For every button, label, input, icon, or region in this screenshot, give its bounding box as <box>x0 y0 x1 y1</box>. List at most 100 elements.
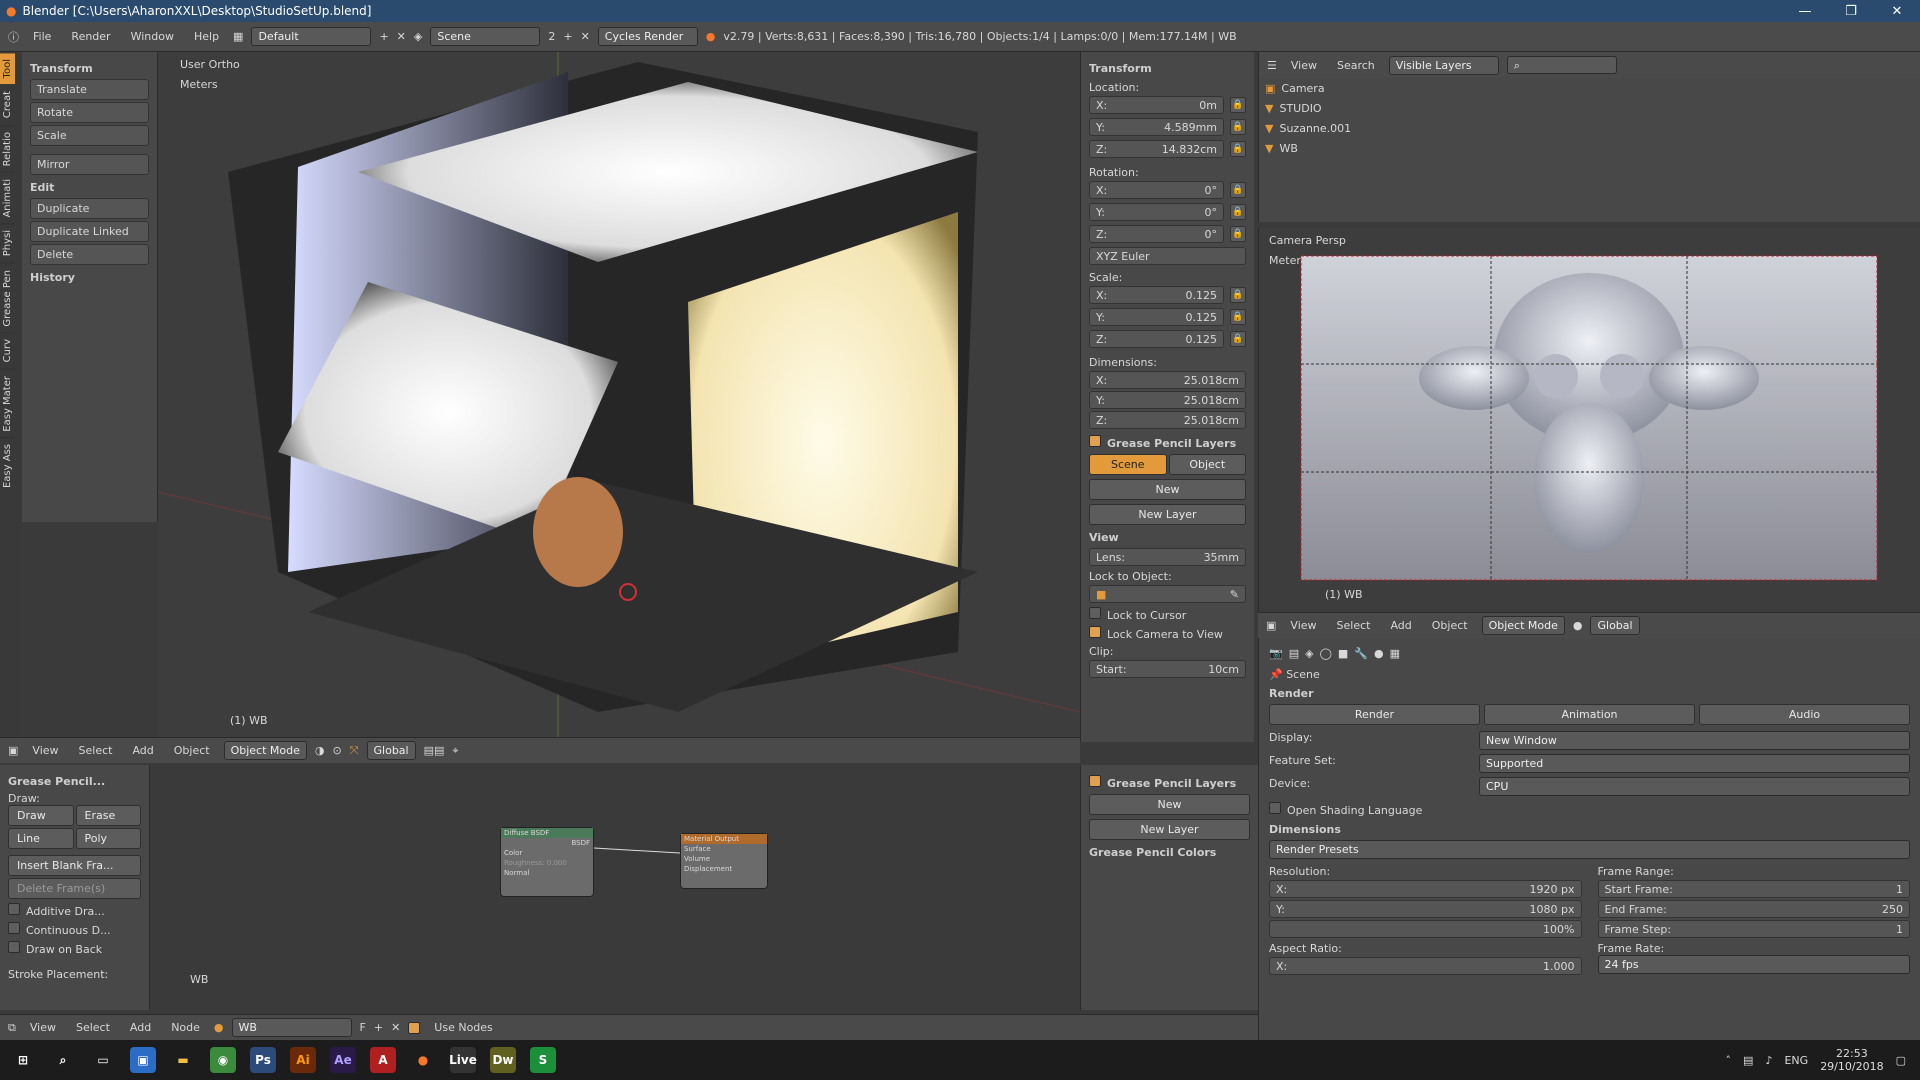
3d-viewport[interactable]: User Ortho Meters (1) WB <box>158 52 1080 742</box>
lock-icon[interactable]: 🔒 <box>1230 331 1246 347</box>
display-select[interactable]: New Window <box>1479 731 1910 750</box>
duplicate-linked-button[interactable]: Duplicate Linked <box>30 221 149 242</box>
shading-icon[interactable]: ● <box>1573 619 1583 632</box>
viewport-menu-view[interactable]: View <box>26 744 64 757</box>
device-select[interactable]: CPU <box>1479 777 1910 796</box>
tab-curve[interactable]: Curv <box>0 332 15 369</box>
editor-type-icon[interactable]: ▣ <box>8 744 18 757</box>
node-material-select[interactable]: WB <box>231 1018 352 1037</box>
chrome-icon[interactable]: ◉ <box>210 1047 236 1073</box>
layers-icon[interactable]: ▤▤ <box>424 744 445 757</box>
camera-viewport[interactable]: Camera Persp Meters (1) WB <box>1258 228 1920 612</box>
file-explorer-icon[interactable]: ▬ <box>170 1047 196 1073</box>
camera-orientation-select[interactable]: Global <box>1590 616 1640 635</box>
clock[interactable]: 22:53 29/10/2018 <box>1820 1047 1883 1073</box>
tab-grease-pencil[interactable]: Grease Pen <box>0 262 15 333</box>
add-icon[interactable]: + <box>374 1021 383 1034</box>
fake-user-toggle[interactable]: F <box>360 1021 366 1034</box>
acrobat-icon[interactable]: A <box>370 1047 396 1073</box>
layout-selector[interactable]: Default <box>251 27 372 46</box>
modifier-tab-icon[interactable]: 🔧 <box>1354 647 1368 660</box>
remove-scene-icon[interactable]: ✕ <box>581 30 590 43</box>
menu-window[interactable]: Window <box>125 30 180 43</box>
add-layout-icon[interactable]: + <box>379 30 388 43</box>
node-gp-new-button[interactable]: New <box>1089 794 1250 815</box>
chevron-up-icon[interactable]: ˄ <box>1726 1054 1732 1067</box>
camera-menu-view[interactable]: View <box>1284 619 1322 632</box>
info-icon[interactable]: ⓘ <box>8 29 19 45</box>
node-menu-add[interactable]: Add <box>124 1021 157 1034</box>
dimensions-z-field[interactable]: Z: 25.018cm <box>1089 411 1246 429</box>
erase-button[interactable]: Erase <box>75 805 141 826</box>
scale-z-field[interactable]: Z: 0.125 <box>1089 330 1224 348</box>
location-x-field[interactable]: X: 0m <box>1089 96 1224 114</box>
feature-set-select[interactable]: Supported <box>1479 754 1910 773</box>
lock-object-picker[interactable]: ■ ✎ <box>1089 585 1246 603</box>
viewport-menu-select[interactable]: Select <box>73 744 119 757</box>
layout-grid-icon[interactable]: ▦ <box>233 30 243 43</box>
use-nodes-checkbox[interactable] <box>408 1021 421 1034</box>
maximize-button[interactable]: ❐ <box>1828 4 1874 19</box>
res-percent-field[interactable]: 100% <box>1269 920 1582 938</box>
scene-selector[interactable]: Scene <box>430 27 541 46</box>
scene-icon[interactable]: ◈ <box>414 30 422 43</box>
audio-button[interactable]: Audio <box>1699 704 1910 725</box>
additive-checkbox[interactable] <box>8 903 20 915</box>
outliner-filter-select[interactable]: Visible Layers <box>1388 55 1499 75</box>
scale-y-field[interactable]: Y: 0.125 <box>1089 308 1224 326</box>
n-transform-title[interactable]: Transform <box>1089 62 1246 75</box>
after-effects-icon[interactable]: Ae <box>330 1047 356 1073</box>
tab-easy-asset[interactable]: Easy Ass <box>0 437 15 495</box>
node-editor-canvas[interactable]: Diffuse BSDF BSDF Color Roughness: 0.000… <box>150 765 1080 1010</box>
viewport-mode-select[interactable]: Object Mode <box>223 741 307 760</box>
snap-icon[interactable]: ⌖ <box>452 744 458 758</box>
gp-colors-title[interactable]: Grease Pencil Colors <box>1089 846 1250 859</box>
camera-menu-object[interactable]: Object <box>1426 619 1474 632</box>
location-y-field[interactable]: Y: 4.589mm <box>1089 118 1224 136</box>
node-menu-view[interactable]: View <box>24 1021 62 1034</box>
remove-icon[interactable]: ✕ <box>391 1021 400 1034</box>
render-button[interactable]: Render <box>1269 704 1480 725</box>
mirror-button[interactable]: Mirror <box>30 154 149 175</box>
live-icon[interactable]: Live <box>449 1047 477 1073</box>
node-menu-select[interactable]: Select <box>70 1021 116 1034</box>
end-frame-field[interactable]: End Frame: 250 <box>1597 900 1910 918</box>
pin-icon[interactable]: 📌 <box>1269 668 1283 681</box>
draw-on-back-checkbox[interactable] <box>8 941 20 953</box>
scale-button[interactable]: Scale <box>30 125 149 146</box>
camera-mode-select[interactable]: Object Mode <box>1481 616 1565 635</box>
lock-icon[interactable]: 🔒 <box>1230 119 1246 135</box>
start-frame-field[interactable]: Start Frame: 1 <box>1597 880 1910 898</box>
gp-tab-object[interactable]: Object <box>1168 454 1246 475</box>
aspect-x-field[interactable]: X: 1.000 <box>1269 957 1582 975</box>
texture-tab-icon[interactable]: ▦ <box>1390 647 1400 660</box>
outliner-menu-search[interactable]: Search <box>1331 59 1381 72</box>
world-tab-icon[interactable]: ◯ <box>1320 647 1332 660</box>
history-section-title[interactable]: History <box>30 271 149 284</box>
transform-section-title[interactable]: Transform <box>30 62 149 75</box>
frame-step-field[interactable]: Frame Step: 1 <box>1597 920 1910 938</box>
menu-file[interactable]: File <box>27 30 57 43</box>
render-presets-select[interactable]: Render Presets <box>1269 840 1910 859</box>
scene-tab-icon[interactable]: ◈ <box>1305 647 1313 660</box>
lock-icon[interactable]: 🔒 <box>1230 182 1246 198</box>
node-gp-layers-title[interactable]: Grease Pencil Layers <box>1089 775 1250 790</box>
dimensions-x-field[interactable]: X: 25.018cm <box>1089 371 1246 389</box>
scale-x-field[interactable]: X: 0.125 <box>1089 286 1224 304</box>
location-z-field[interactable]: Z: 14.832cm <box>1089 140 1224 158</box>
res-y-field[interactable]: Y: 1080 px <box>1269 900 1582 918</box>
viewport-menu-add[interactable]: Add <box>126 744 159 757</box>
dimensions-section-title[interactable]: Dimensions <box>1269 823 1910 836</box>
tab-relations[interactable]: Relatio <box>0 124 15 172</box>
delete-frames-button[interactable]: Delete Frame(s) <box>8 878 141 899</box>
manipulator-icon[interactable]: ⤧ <box>350 744 359 758</box>
volume-icon[interactable]: ♪ <box>1765 1054 1772 1067</box>
gp-new-layer-button[interactable]: New Layer <box>1089 504 1246 525</box>
node-editor-icon[interactable]: ⧉ <box>8 1021 16 1035</box>
rotation-y-field[interactable]: Y: 0° <box>1089 203 1224 221</box>
lock-icon[interactable]: 🔒 <box>1230 204 1246 220</box>
material-icon[interactable]: ● <box>214 1021 224 1034</box>
windows-start-icon[interactable]: ⊞ <box>10 1047 36 1073</box>
dreamweaver-icon[interactable]: Dw <box>490 1047 516 1073</box>
res-x-field[interactable]: X: 1920 px <box>1269 880 1582 898</box>
